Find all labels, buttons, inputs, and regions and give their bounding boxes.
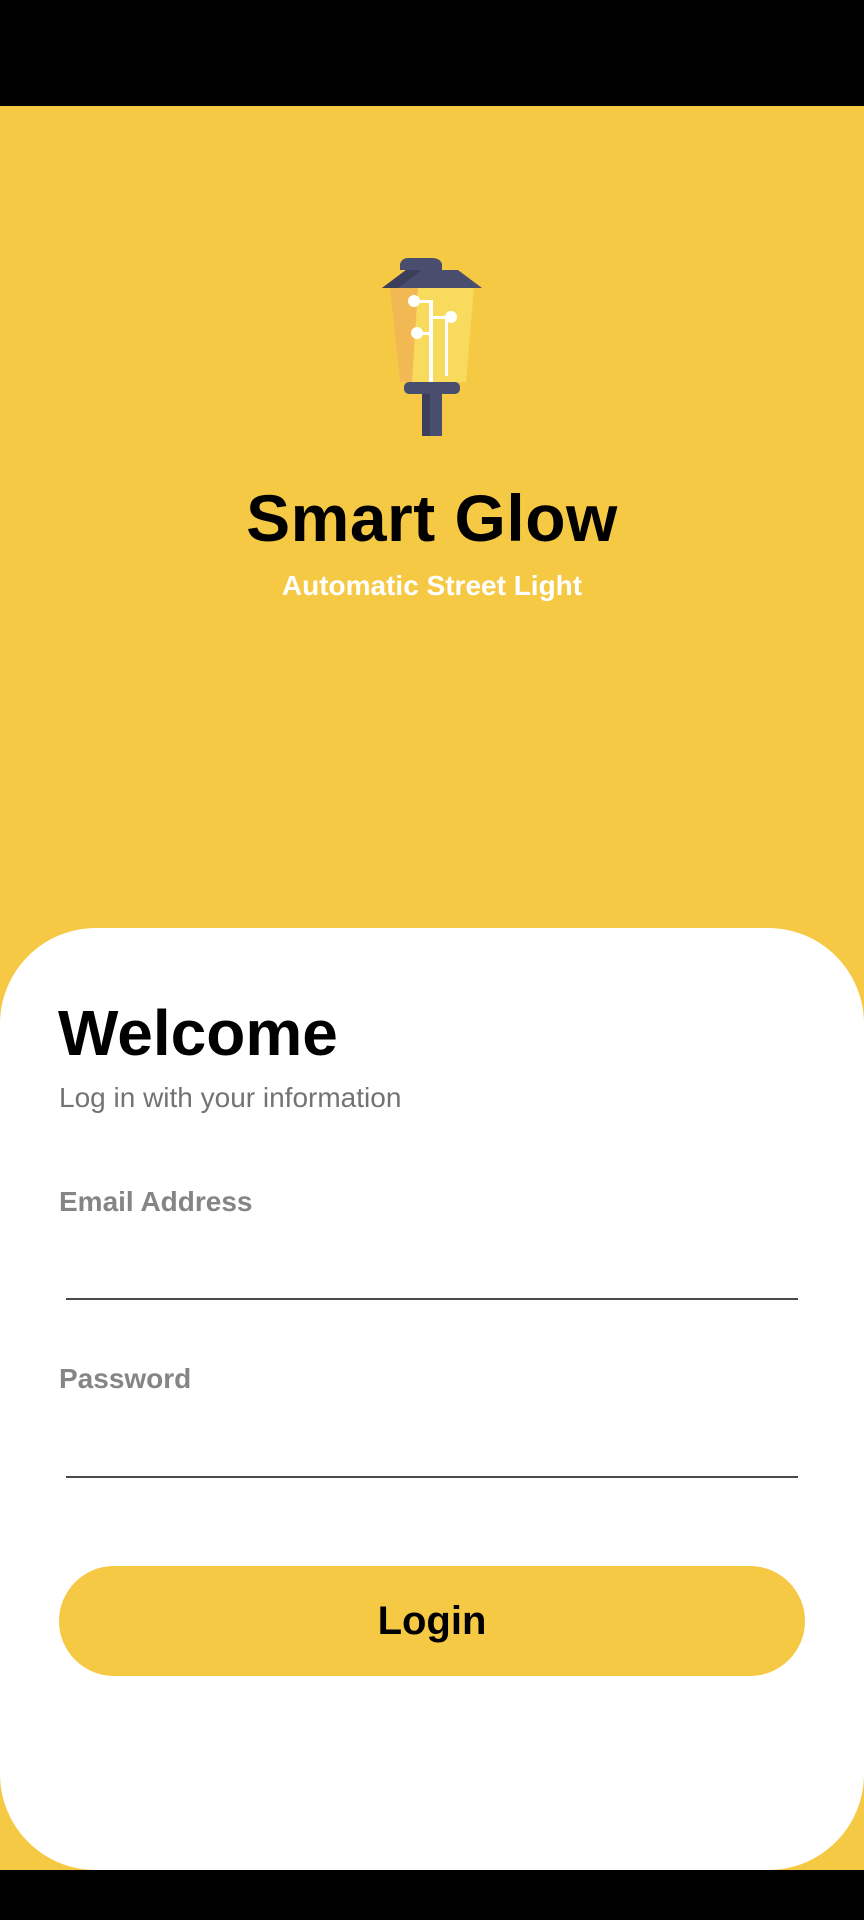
email-label: Email Address — [59, 1186, 253, 1217]
street-lamp-icon — [382, 258, 482, 436]
app-title: Smart Glow — [246, 481, 618, 555]
password-label: Password — [59, 1363, 192, 1394]
welcome-subheading: Log in with your information — [59, 1082, 402, 1113]
login-button[interactable]: Login — [59, 1566, 805, 1676]
navigation-bar — [0, 1870, 864, 1920]
welcome-heading: Welcome — [58, 997, 338, 1069]
email-field[interactable] — [66, 1240, 798, 1300]
app-subtitle: Automatic Street Light — [281, 570, 583, 601]
password-field[interactable] — [66, 1418, 798, 1478]
status-bar — [0, 0, 864, 106]
